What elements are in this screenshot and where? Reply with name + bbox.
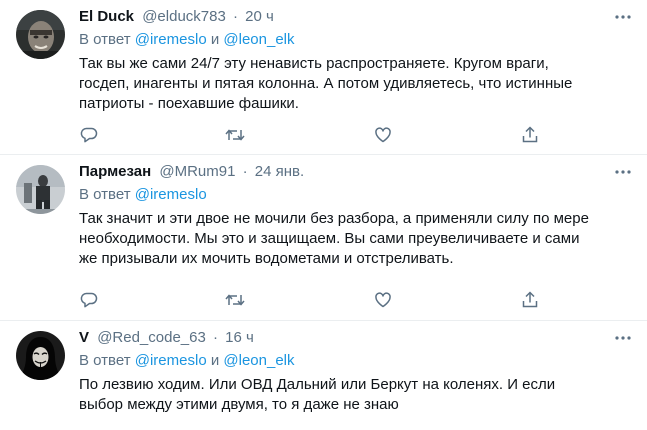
author-name[interactable]: V (79, 329, 89, 346)
reply-joiner: и (210, 352, 220, 369)
share-icon[interactable] (520, 290, 542, 310)
tweet-text-line: выбор между этими двумя, то я даже не зн… (79, 396, 399, 413)
reply-prefix: В ответ (79, 31, 131, 48)
tweet-parmezan[interactable]: Пармезан @MRum91 · 24 янв. В ответ @irem… (0, 155, 647, 321)
reply-context: В ответ @iremeslo и @leon_elk (79, 30, 633, 50)
avatar[interactable] (16, 10, 65, 59)
retweet-icon[interactable] (224, 125, 246, 145)
more-icon[interactable] (613, 162, 633, 182)
reply-icon[interactable] (79, 290, 101, 310)
mention-link[interactable]: @iremeslo (135, 352, 207, 369)
tweet-text-line: По лезвию ходим. Или ОВД Дальний или Бер… (79, 376, 556, 393)
action-bar (79, 290, 539, 310)
tweet-text: Так значит и эти двое не мочили без разб… (79, 209, 633, 269)
timestamp[interactable]: 20 ч (245, 8, 274, 25)
tweet-text: Так вы же сами 24/7 эту ненависть распро… (79, 54, 633, 114)
avatar[interactable] (16, 331, 65, 380)
timestamp[interactable]: 24 янв. (255, 163, 304, 180)
like-icon[interactable] (373, 125, 395, 145)
replies-feed: El Duck @elduck783 · 20 ч В ответ @ireme… (0, 0, 647, 430)
reply-prefix: В ответ (79, 352, 131, 369)
separator: · (233, 8, 238, 25)
tweet-text-line: Так значит и эти двое не мочили без разб… (79, 210, 589, 227)
separator: · (213, 329, 218, 346)
mention-link[interactable]: @leon_elk (223, 352, 294, 369)
tweet-text-line: же призывали их мочить водометами и отст… (79, 250, 454, 267)
tweet-text: По лезвию ходим. Или ОВД Дальний или Бер… (79, 375, 633, 415)
reply-joiner: и (210, 31, 220, 48)
tweet-elduck[interactable]: El Duck @elduck783 · 20 ч В ответ @ireme… (0, 0, 647, 155)
avatar[interactable] (16, 165, 65, 214)
share-icon[interactable] (520, 125, 542, 145)
reply-context: В ответ @iremeslo (79, 185, 633, 205)
more-icon[interactable] (613, 7, 633, 27)
action-bar (79, 125, 539, 145)
mention-link[interactable]: @leon_elk (223, 31, 294, 48)
mention-link[interactable]: @iremeslo (135, 186, 207, 203)
tweet-text-line: необходимости. Мы это и защищаем. Вы сам… (79, 230, 580, 247)
tweet-text-line: Так вы же сами 24/7 эту ненависть распро… (79, 55, 549, 72)
reply-icon[interactable] (79, 125, 101, 145)
tweet-text-line: патриоты - поехавшие фашики. (79, 95, 299, 112)
separator: · (242, 163, 248, 180)
more-icon[interactable] (613, 328, 633, 348)
author-name[interactable]: Пармезан (79, 163, 151, 180)
reply-context: В ответ @iremeslo и @leon_elk (79, 351, 633, 371)
tweet-text-line: госдеп, инагенты и пятая колонна. А пото… (79, 75, 573, 92)
retweet-icon[interactable] (224, 290, 246, 310)
tweet-red-code[interactable]: V @Red_code_63 · 16 ч В ответ @iremeslo … (0, 321, 647, 430)
mention-link[interactable]: @iremeslo (135, 31, 207, 48)
timestamp[interactable]: 16 ч (225, 329, 254, 346)
reply-prefix: В ответ (79, 186, 131, 203)
like-icon[interactable] (373, 290, 395, 310)
author-name[interactable]: El Duck (79, 8, 134, 25)
author-handle[interactable]: @elduck783 (142, 8, 226, 25)
author-handle[interactable]: @Red_code_63 (97, 329, 206, 346)
author-handle[interactable]: @MRum91 (159, 163, 235, 180)
